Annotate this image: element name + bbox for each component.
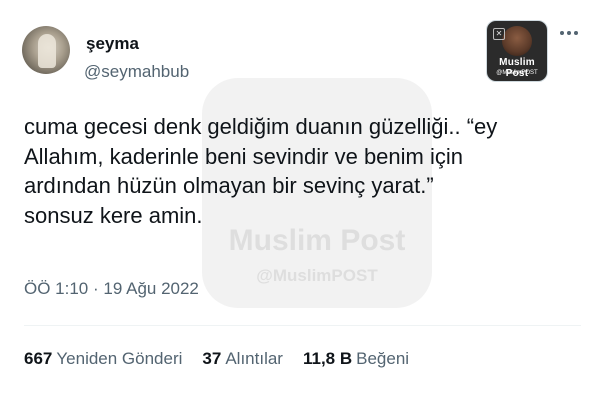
tweet-stats: 667 Yeniden Gönderi 37 Alıntılar 11,8 B Beğ… [24, 349, 409, 369]
divider [24, 325, 581, 326]
avatar[interactable] [22, 26, 70, 74]
likes-count: 11,8 B [302, 349, 353, 368]
author-name[interactable]: şeyma [86, 34, 139, 54]
avatar-figure [38, 34, 56, 68]
tweet-line: cuma gecesi denk geldiğim duanın güzelli… [24, 114, 498, 139]
author-handle[interactable]: @seymahbub [84, 62, 189, 82]
more-options-icon[interactable] [557, 26, 581, 40]
retweets-label: Yeniden Gönderi [56, 349, 183, 368]
quotes-count: 37 [202, 349, 222, 368]
tweet-timestamp[interactable]: ÖÖ 1:10 · 19 Ağu 2022 [24, 279, 199, 299]
tweet-line: ardından hüzün olmayan bir sevinç yarat.… [24, 173, 434, 198]
likes-label: Beğeni [356, 349, 410, 368]
likes-stat[interactable]: 11,8 B Beğeni [303, 349, 409, 369]
tweet-line: Allahım, kaderinle beni sevindir ve beni… [24, 143, 463, 169]
retweets-stat[interactable]: 667 Yeniden Gönderi [24, 349, 182, 369]
meta-separator: · [93, 279, 99, 298]
quotes-stat[interactable]: 37 Alıntılar [202, 349, 283, 369]
tweet-time: ÖÖ 1:10 [24, 279, 89, 298]
tweet-date: 19 Ağu 2022 [103, 279, 199, 298]
badge-subtitle: @MuslimPOST [496, 70, 538, 76]
tweet-line: sonsuz kere amin. [24, 202, 203, 228]
watermark-subtitle: @MuslimPOST [256, 266, 378, 285]
quotes-label: Alıntılar [225, 349, 283, 368]
badge-photo [502, 26, 532, 56]
x-icon: ✕ [493, 28, 505, 40]
tweet-text: cuma gecesi denk geldiğim duanın güzelli… [24, 112, 584, 230]
retweets-count: 667 [24, 349, 53, 368]
muslim-post-badge: ✕ Muslim Post @MuslimPOST [486, 20, 548, 82]
